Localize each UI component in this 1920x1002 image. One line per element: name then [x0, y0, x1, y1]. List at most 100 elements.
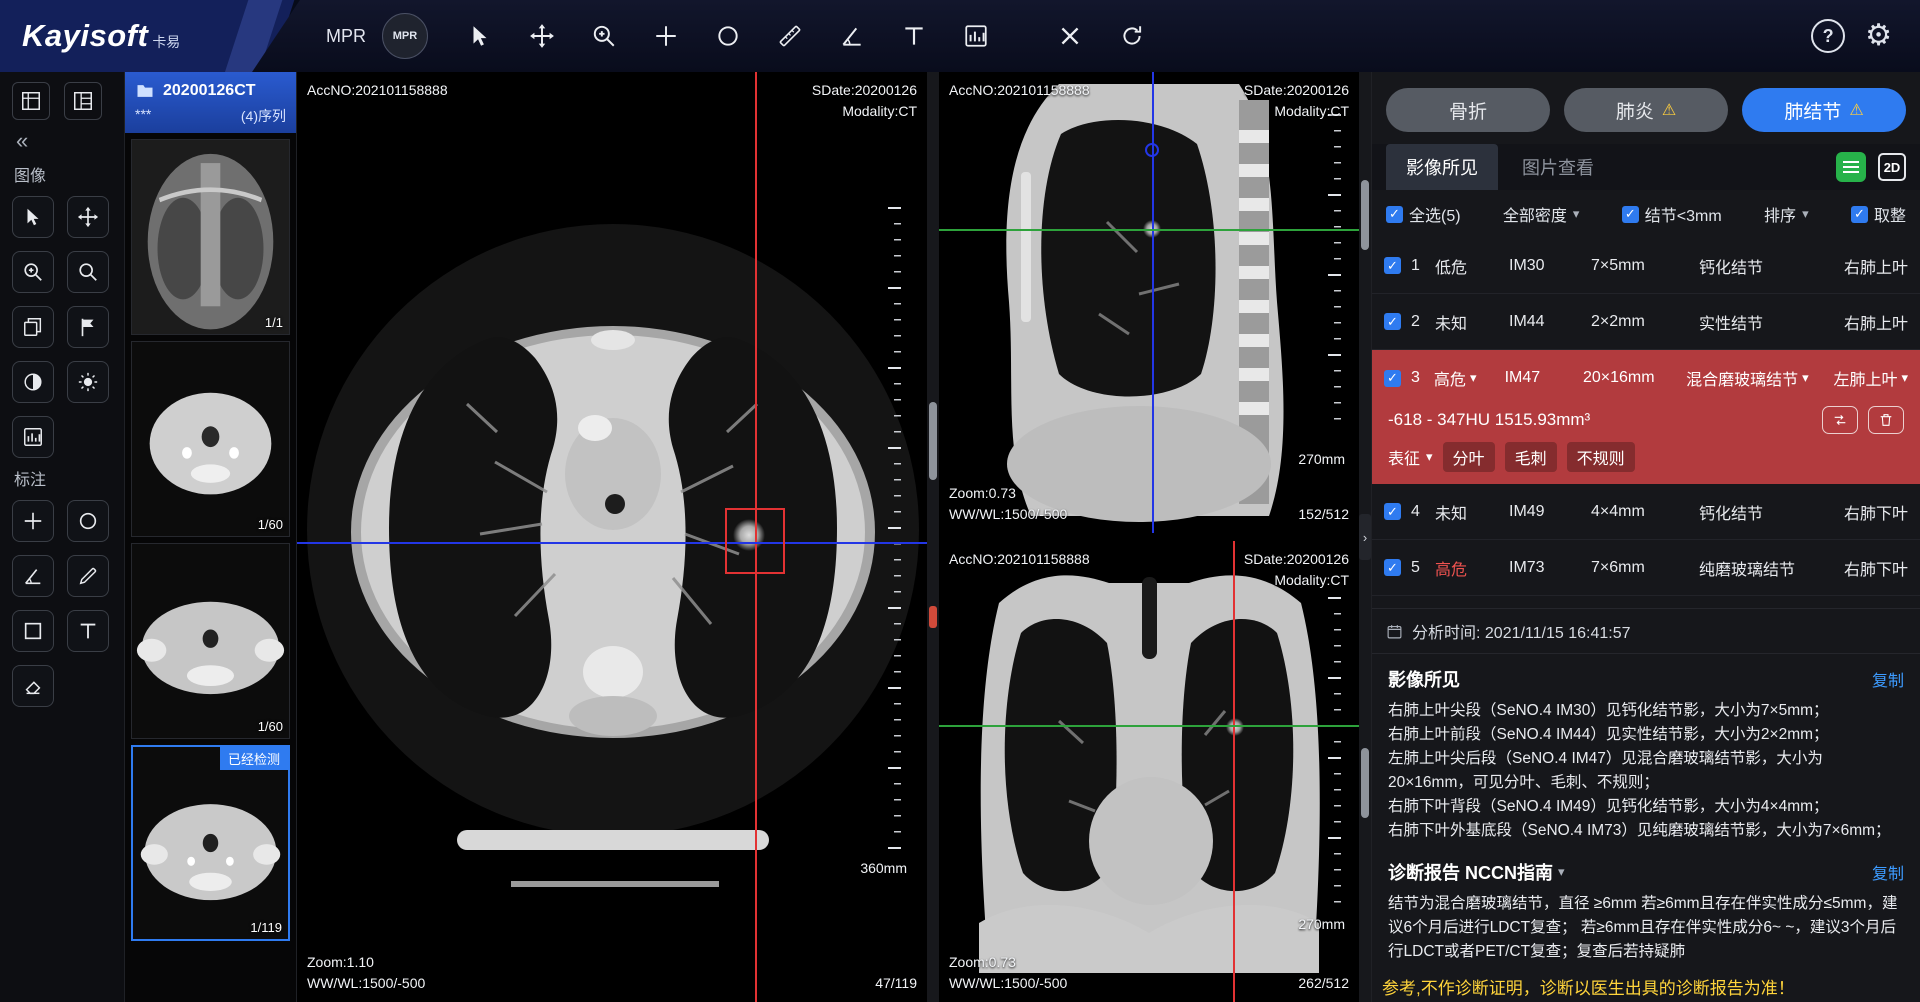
pan-tool-button[interactable]: [67, 196, 109, 238]
checkbox-checked-icon[interactable]: ✓: [1384, 503, 1401, 520]
text-annotation-button[interactable]: [67, 610, 109, 652]
collapse-sidebar-button[interactable]: «: [16, 128, 124, 154]
feature-tag[interactable]: 毛刺: [1505, 442, 1557, 472]
clear-annotations-button[interactable]: [1048, 14, 1092, 58]
text-tool-button[interactable]: [892, 14, 936, 58]
flag-tool-button[interactable]: [67, 306, 109, 348]
select-all-checkbox[interactable]: ✓ 全选(5): [1386, 202, 1461, 226]
compare-nodule-button[interactable]: [1822, 406, 1858, 434]
scale-ruler: [888, 207, 901, 857]
pencil-annotation-button[interactable]: [67, 555, 109, 597]
pan-tool-button[interactable]: [520, 14, 564, 58]
help-button[interactable]: ?: [1811, 19, 1845, 53]
window-level: WW/WL:1500/-500: [307, 973, 425, 994]
histogram-tool-button[interactable]: [12, 416, 54, 458]
checkbox-checked-icon[interactable]: ✓: [1386, 206, 1403, 223]
series-thumbnail-ct-2[interactable]: 1/60: [131, 543, 290, 739]
crosshair-vertical-red[interactable]: [1233, 541, 1235, 1002]
histogram-icon: [22, 426, 44, 448]
copy-findings-button[interactable]: 复制: [1872, 667, 1904, 691]
ellipse-annotation-button[interactable]: [67, 500, 109, 542]
features-dropdown[interactable]: 表征 ▾: [1388, 445, 1433, 469]
scrollbar-main-viewport[interactable]: [927, 72, 939, 1002]
zoom-in-tool-button[interactable]: [12, 251, 54, 293]
tab-image-view[interactable]: 图片查看: [1502, 144, 1614, 190]
nodule-row-4[interactable]: ✓ 4 未知 IM49 4×4mm 钙化结节 右肺下叶: [1372, 484, 1920, 540]
feature-tag[interactable]: 分叶: [1443, 442, 1495, 472]
delete-nodule-button[interactable]: [1868, 406, 1904, 434]
mpr-layout-button[interactable]: MPR: [382, 13, 428, 59]
classifier-lung-nodule-button[interactable]: 肺结节 ⚠: [1742, 88, 1906, 132]
nodule-type-dropdown[interactable]: 混合磨玻璃结节 ▾: [1686, 366, 1809, 390]
scrollbar-nodule-marker[interactable]: [929, 606, 937, 628]
series-thumbnail-xray[interactable]: 1/1: [131, 139, 290, 335]
series-thumbnail-ct-1[interactable]: 1/60: [131, 341, 290, 537]
reset-view-button[interactable]: [1110, 14, 1154, 58]
crosshair-annotation-button[interactable]: [12, 500, 54, 542]
small-nodule-checkbox[interactable]: ✓ 结节<3mm: [1622, 202, 1722, 226]
crosshair-tool-button[interactable]: [644, 14, 688, 58]
magnifier-tool-button[interactable]: [67, 251, 109, 293]
chevron-down-icon: ▾: [1901, 370, 1908, 386]
scrollbar-handle[interactable]: [1361, 180, 1369, 250]
expand-panel-button[interactable]: ›: [1359, 514, 1371, 560]
zoom-tool-button[interactable]: [582, 14, 626, 58]
study-header[interactable]: 20200126CT *** (4)序列: [125, 72, 296, 133]
pointer-tool-button[interactable]: [12, 196, 54, 238]
ellipse-tool-button[interactable]: [706, 14, 750, 58]
crosshair-marker[interactable]: [1145, 143, 1159, 157]
round-checkbox[interactable]: ✓ 取整: [1851, 202, 1906, 226]
nodule-row-1[interactable]: ✓ 1 低危 IM30 7×5mm 钙化结节 右肺上叶: [1372, 238, 1920, 294]
checkbox-checked-icon[interactable]: ✓: [1384, 257, 1401, 274]
angle-annotation-button[interactable]: [12, 555, 54, 597]
grid-layout-icon: [20, 90, 42, 112]
feature-tag[interactable]: 不规则: [1567, 442, 1635, 472]
rectangle-annotation-button[interactable]: [12, 610, 54, 652]
2d-view-button[interactable]: 2D: [1878, 153, 1906, 181]
checkbox-checked-icon[interactable]: ✓: [1384, 370, 1401, 387]
scrollbar-side-viewports[interactable]: ›: [1359, 72, 1371, 1002]
risk-level-dropdown[interactable]: 高危 ▾: [1434, 366, 1505, 390]
nodule-row-5[interactable]: ✓ 5 高危 IM73 7×6mm 纯磨玻璃结节 右肺下叶: [1372, 540, 1920, 596]
invert-tool-button[interactable]: [12, 361, 54, 403]
copy-report-button[interactable]: 复制: [1872, 860, 1904, 884]
structured-report-button[interactable]: [1836, 152, 1866, 182]
crosshair-horizontal-green[interactable]: [939, 229, 1359, 231]
checkbox-checked-icon[interactable]: ✓: [1384, 313, 1401, 330]
crosshair-vertical-blue[interactable]: [1152, 72, 1154, 533]
gear-icon: ⚙: [1865, 19, 1892, 52]
nodule-roi-box[interactable]: [725, 508, 785, 574]
nodule-row-3[interactable]: ✓ 3 高危 ▾ IM47 20×16mm 混合磨玻璃结节 ▾: [1372, 350, 1920, 406]
viewport-sagittal[interactable]: 270mm AccNO:202101158888 SDate:20200126 …: [939, 72, 1359, 533]
checkbox-checked-icon[interactable]: ✓: [1622, 206, 1639, 223]
scale-label: 270mm: [1298, 916, 1345, 932]
copy-tool-button[interactable]: [12, 306, 54, 348]
classifier-fracture-button[interactable]: 骨折: [1386, 88, 1550, 132]
grid-layout-button[interactable]: [12, 82, 50, 120]
angle-tool-button[interactable]: [830, 14, 874, 58]
checkbox-checked-icon[interactable]: ✓: [1384, 559, 1401, 576]
nodule-row-3-selected[interactable]: ✓ 3 高危 ▾ IM47 20×16mm 混合磨玻璃结节 ▾: [1372, 350, 1920, 484]
series-thumbnail-ct-3-selected[interactable]: 已经检测 1/119: [131, 745, 290, 941]
sort-dropdown[interactable]: 排序 ▾: [1764, 202, 1809, 226]
viewport-coronal[interactable]: 270mm AccNO:202101158888 SDate:20200126 …: [939, 541, 1359, 1002]
density-filter-dropdown[interactable]: 全部密度 ▾: [1503, 202, 1580, 226]
pointer-tool-button[interactable]: [458, 14, 502, 58]
annotation-section-label: 标注: [14, 466, 124, 490]
settings-button[interactable]: ⚙: [1865, 21, 1892, 51]
brightness-tool-button[interactable]: [67, 361, 109, 403]
nodule-row-2[interactable]: ✓ 2 未知 IM44 2×2mm 实性结节 右肺上叶: [1372, 294, 1920, 350]
scrollbar-handle[interactable]: [1361, 748, 1369, 818]
ruler-tool-button[interactable]: [768, 14, 812, 58]
nodule-location-dropdown[interactable]: 左肺上叶 ▾: [1809, 366, 1908, 390]
window-level-tool-button[interactable]: [954, 14, 998, 58]
tab-imaging-findings[interactable]: 影像所见: [1386, 144, 1498, 190]
eraser-annotation-button[interactable]: [12, 665, 54, 707]
scrollbar-handle[interactable]: [929, 402, 937, 480]
crosshair-horizontal-green[interactable]: [939, 725, 1359, 727]
classifier-pneumonia-button[interactable]: 肺炎 ⚠: [1564, 88, 1728, 132]
crosshair-horizontal-blue[interactable]: [297, 542, 927, 544]
viewport-axial[interactable]: 360mm AccNO:202101158888 SDate:20200126 …: [297, 72, 927, 1002]
checkbox-checked-icon[interactable]: ✓: [1851, 206, 1868, 223]
series-layout-button[interactable]: [64, 82, 102, 120]
